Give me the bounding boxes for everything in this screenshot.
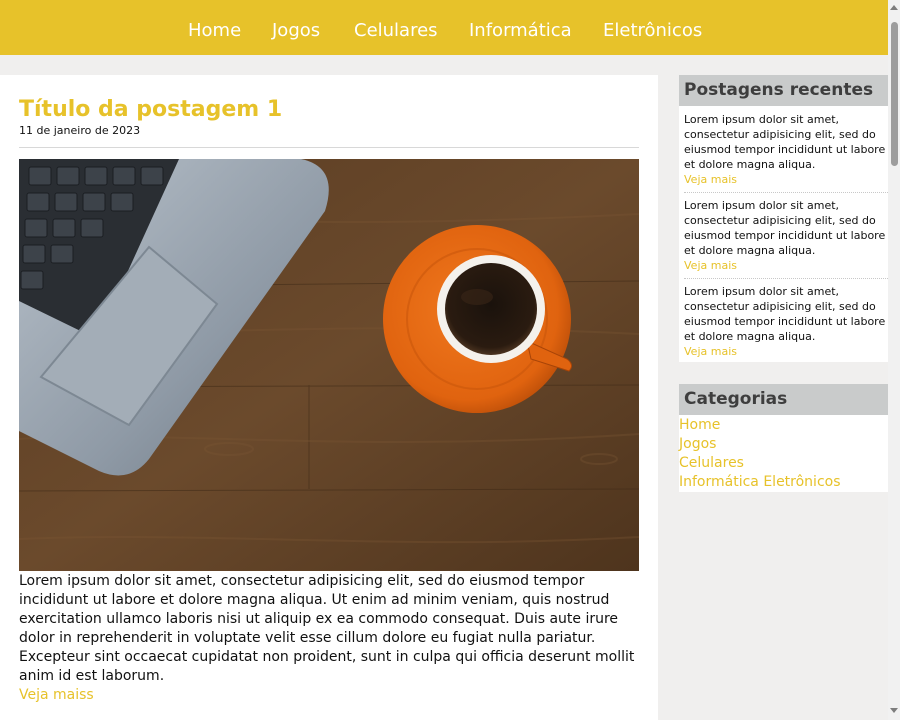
recent-post-read-more-link[interactable]: Veja mais <box>684 172 890 187</box>
category-link-celulares[interactable]: Celulares <box>679 454 744 473</box>
page-scrollbar[interactable] <box>888 0 900 720</box>
recent-post-item: Lorem ipsum dolor sit amet, consectetur … <box>684 284 890 359</box>
nav-item-celulares[interactable]: Celulares <box>354 20 438 41</box>
nav-item-jogos[interactable]: Jogos <box>272 20 320 41</box>
post-image <box>19 159 639 571</box>
top-navigation: Home Jogos Celulares Informática Eletrôn… <box>0 0 888 55</box>
category-link-home[interactable]: Home <box>679 416 720 435</box>
post-read-more-link[interactable]: Veja maiss <box>19 686 94 705</box>
main-content: Título da postagem 1 11 de janeiro de 20… <box>0 75 658 720</box>
scroll-up-arrow-icon[interactable] <box>890 5 898 10</box>
laptop-coffee-photo <box>19 159 639 571</box>
post-divider <box>19 147 639 148</box>
recent-posts-title: Postagens recentes <box>679 75 888 106</box>
categories-widget: Categorias Home Jogos Celulares Informát… <box>679 384 888 492</box>
recent-post-excerpt: Lorem ipsum dolor sit amet, consectetur … <box>684 285 886 343</box>
nav-item-eletronicos[interactable]: Eletrônicos <box>603 20 702 41</box>
recent-post-read-more-link[interactable]: Veja mais <box>684 258 890 273</box>
recent-post-excerpt: Lorem ipsum dolor sit amet, consectetur … <box>684 113 886 171</box>
nav-item-informatica[interactable]: Informática <box>469 20 572 41</box>
scroll-down-arrow-icon[interactable] <box>890 708 898 713</box>
recent-post-divider <box>684 278 888 279</box>
scrollbar-thumb[interactable] <box>891 22 898 166</box>
recent-post-excerpt: Lorem ipsum dolor sit amet, consectetur … <box>684 199 886 257</box>
recent-post-read-more-link[interactable]: Veja mais <box>684 344 890 359</box>
post-date: 11 de janeiro de 2023 <box>19 124 141 137</box>
nav-item-home[interactable]: Home <box>188 20 241 41</box>
recent-post-item: Lorem ipsum dolor sit amet, consectetur … <box>684 198 890 273</box>
category-link-informatica-eletronicos[interactable]: Informática Eletrônicos <box>679 473 841 492</box>
post-body: Lorem ipsum dolor sit amet, consectetur … <box>19 573 635 684</box>
recent-post-item: Lorem ipsum dolor sit amet, consectetur … <box>684 112 890 187</box>
recent-post-divider <box>684 192 888 193</box>
categories-title: Categorias <box>679 384 888 415</box>
category-link-jogos[interactable]: Jogos <box>679 435 716 454</box>
recent-posts-widget: Postagens recentes Lorem ipsum dolor sit… <box>679 75 888 362</box>
post-title: Título da postagem 1 <box>19 97 283 122</box>
